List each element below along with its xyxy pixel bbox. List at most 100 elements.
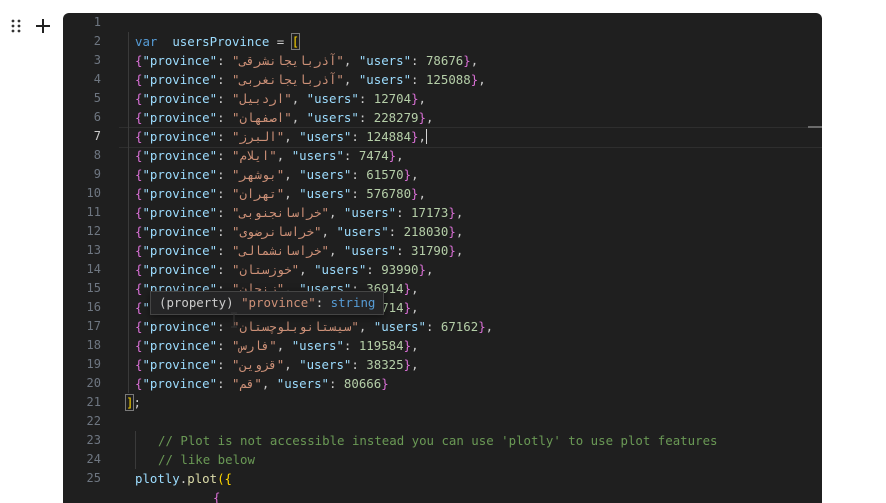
line-number: 11 — [86, 205, 101, 219]
key-token: "users" — [358, 72, 412, 87]
code-line-object[interactable]: {"province": "خراسانرضوی", "users": 2180… — [135, 222, 463, 241]
key-token: "province" — [142, 338, 218, 353]
code-line-object[interactable]: {"province": "فارس", "users": 119584}, — [135, 336, 419, 355]
line-number-gutter: 1 2 3 4 5 6 7 8 9 10 11 12 13 14 15 16 17 18 19 20 21 22 23 24 2… — [63, 13, 109, 503]
key-token: "users" — [299, 129, 352, 144]
code-line-object[interactable]: {"province": "خراسانجنوبی", "users": 171… — [135, 203, 463, 222]
key-token: "province" — [142, 262, 218, 277]
line-number: 18 — [86, 338, 101, 352]
key-token: "province" — [142, 110, 218, 125]
code-line-comment[interactable]: // like below — [158, 450, 255, 469]
province-value: "خراسانرضوی" — [232, 224, 322, 239]
users-value: 78676 — [425, 53, 464, 68]
line-number: 22 — [86, 414, 101, 428]
users-value: 124884 — [366, 129, 412, 144]
code-line-object[interactable]: {"province": "ایلام", "users": 7474}, — [135, 146, 404, 165]
line-number: 13 — [86, 243, 101, 257]
key-token: "users" — [291, 148, 344, 163]
users-value: 12704 — [373, 91, 412, 106]
province-value: "قزوین" — [232, 357, 285, 372]
code-line-object[interactable]: {"province": "خوزستان", "users": 93990}, — [135, 260, 433, 279]
code-line-object[interactable]: {"province": "البرز", "users": 124884}, — [135, 127, 427, 146]
line-number: 4 — [93, 72, 101, 86]
users-value: 31790 — [411, 243, 449, 258]
province-value: "اصفهان" — [232, 110, 292, 125]
row-separator: , — [455, 243, 464, 258]
users-value: 576780 — [366, 186, 412, 201]
code-line-object[interactable]: {"province": "تهران", "users": 576780}, — [135, 184, 426, 203]
row-separator: , — [411, 338, 419, 353]
line-number: 16 — [86, 300, 101, 314]
bracket-token: { — [213, 490, 221, 503]
keyword-token: var — [135, 34, 158, 49]
code-line-object[interactable]: {"province": "سیستانوبلوچستان", "users":… — [135, 317, 493, 336]
plus-icon[interactable] — [34, 14, 52, 36]
users-value: 38325 — [366, 357, 404, 372]
code-line-declaration[interactable]: var usersProvince = [ — [135, 32, 301, 51]
code-line-object[interactable]: {"province": "آذربایجانغربی", "users": 1… — [135, 70, 486, 89]
key-token: "users" — [358, 53, 412, 68]
users-value: 125088 — [425, 72, 471, 87]
line-number: 9 — [93, 167, 101, 181]
code-editor[interactable]: 1 2 3 4 5 6 7 8 9 10 11 12 13 14 15 16 17 18 19 20 21 22 23 24 2… — [63, 13, 822, 503]
code-line-object[interactable]: {"province": "اصفهان", "users": 228279}, — [135, 108, 433, 127]
line-number: 12 — [86, 224, 101, 238]
drag-handle-icon[interactable] — [11, 18, 21, 37]
key-token: "province" — [142, 129, 218, 144]
users-value: 7474 — [358, 148, 389, 163]
line-number: 1 — [93, 15, 101, 29]
row-separator: , — [411, 357, 419, 372]
province-value: "البرز" — [232, 129, 285, 144]
method-token: plot — [187, 471, 218, 486]
row-separator: , — [425, 262, 434, 277]
line-number: 14 — [86, 262, 101, 276]
tooltip-colon: : — [315, 295, 331, 310]
province-value: "خراسانجنوبی" — [232, 205, 329, 220]
line-number: 23 — [86, 433, 101, 447]
open-bracket-token: [ — [290, 33, 301, 50]
key-token: "users" — [299, 357, 352, 372]
row-separator: , — [418, 91, 426, 106]
code-line-object[interactable]: {"province": "بوشهر", "users": 61570}, — [135, 165, 419, 184]
cell-toolbar — [8, 14, 52, 38]
users-value: 93990 — [381, 262, 419, 277]
row-separator: , — [411, 281, 419, 296]
code-line-close[interactable]: ]; — [124, 393, 141, 412]
key-token: "users" — [299, 167, 352, 182]
key-token: "users" — [291, 338, 344, 353]
code-line-object[interactable]: {"province": "اردبیل", "users": 12704}, — [135, 89, 426, 108]
key-token: "users" — [306, 110, 359, 125]
users-value: 228279 — [373, 110, 419, 125]
key-token: "province" — [142, 357, 218, 372]
key-token: "users" — [306, 91, 359, 106]
province-value: "اردبیل" — [232, 91, 292, 106]
code-line-object[interactable]: {"province": "خراسانشمالی", "users": 317… — [135, 241, 463, 260]
paren-token: ({ — [217, 471, 232, 486]
code-line-plot-call[interactable]: plotly.plot({ — [135, 469, 232, 488]
row-separator: , — [418, 186, 426, 201]
row-separator: , — [485, 319, 494, 334]
key-token: "province" — [142, 72, 218, 87]
users-value: 17173 — [411, 205, 449, 220]
key-token: "users" — [299, 186, 352, 201]
key-token: "province" — [142, 167, 218, 182]
province-value: "بوشهر" — [232, 167, 285, 182]
users-value: 61570 — [366, 167, 404, 182]
line-number: 21 — [86, 395, 101, 409]
province-value: "آذربایجانشرقی" — [232, 53, 344, 68]
row-separator: , — [470, 53, 479, 68]
key-token: "province" — [142, 53, 218, 68]
key-token: "users" — [343, 243, 397, 258]
code-line-comment[interactable]: // Plot is not accessible instead you ca… — [158, 431, 718, 450]
users-value: 67162 — [440, 319, 479, 334]
row-separator: , — [478, 72, 486, 87]
indent-guide — [128, 32, 129, 393]
code-line-object[interactable]: {"province": "قزوین", "users": 38325}, — [135, 355, 419, 374]
object-token: plotly — [135, 471, 180, 486]
line-number: 20 — [86, 376, 101, 390]
key-token: "province" — [142, 186, 218, 201]
code-line-partial[interactable]: { — [213, 488, 220, 503]
code-line-object[interactable]: {"province": "قم", "users": 80666} — [135, 374, 389, 393]
row-separator: , — [455, 205, 464, 220]
code-line-object[interactable]: {"province": "آذربایجانشرقی", "users": 7… — [135, 51, 478, 70]
